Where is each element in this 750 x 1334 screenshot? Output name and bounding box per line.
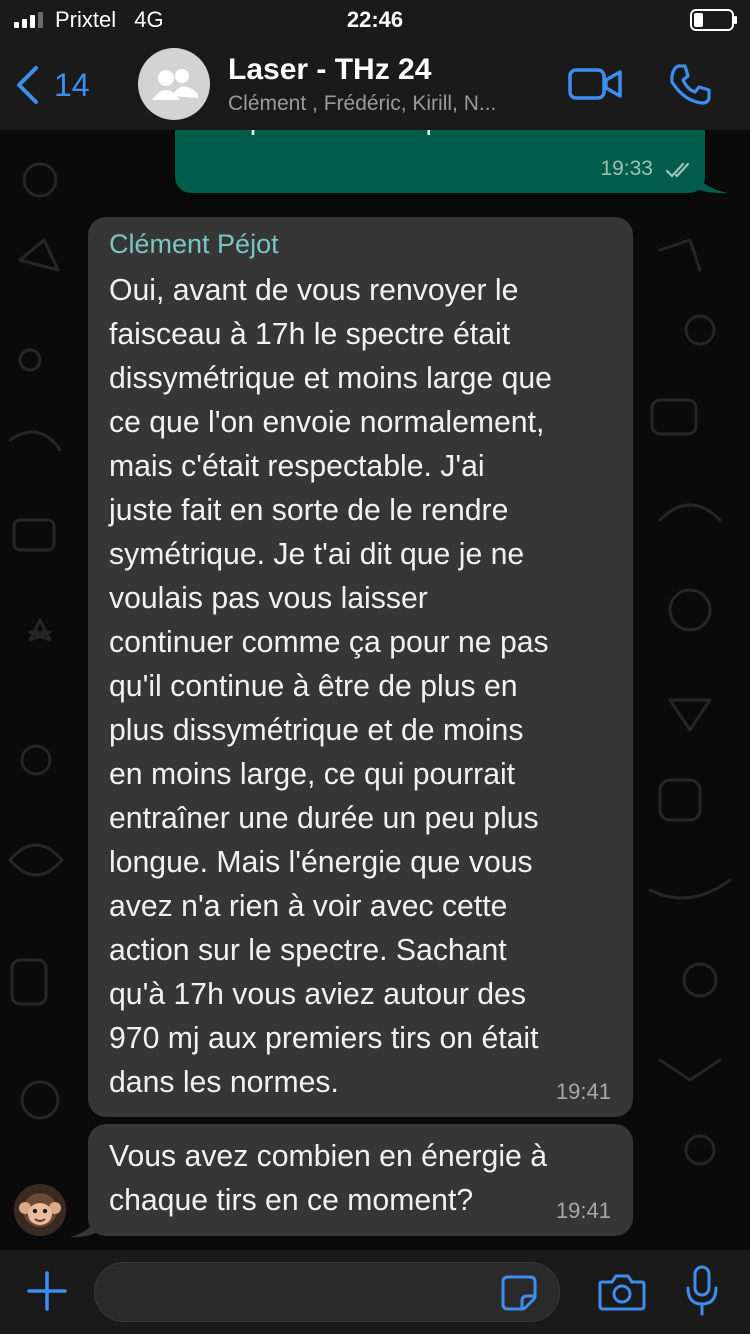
incoming-bubble-tail: [70, 1212, 100, 1238]
group-people-icon: [152, 69, 198, 100]
chevron-left-icon: [17, 66, 38, 104]
incoming-message[interactable]: Clément Péjot Oui, avant de vous renvoye…: [88, 217, 633, 1117]
chat-screen: Prixtel 4G 22:46 14 Laser - THz 24 Cléme…: [0, 0, 750, 1334]
microphone-icon[interactable]: [684, 1264, 720, 1318]
back-button[interactable]: 14: [14, 60, 114, 110]
status-bar: Prixtel 4G 22:46: [0, 0, 750, 40]
status-time: 22:46: [346, 7, 404, 32]
unread-count: 14: [54, 66, 90, 103]
battery-icon: [690, 9, 737, 31]
sender-name[interactable]: Clément Péjot: [109, 229, 279, 260]
outgoing-bubble-tail: [690, 168, 728, 194]
message-text: Vous avez combien en énergie à chaque ti…: [109, 1140, 548, 1217]
sender-avatar[interactable]: [14, 1184, 66, 1236]
incoming-message[interactable]: Vous avez combien en énergie à chaque ti…: [88, 1124, 633, 1236]
message-text: Oui, avant de vous renvoyer le faisceau …: [109, 274, 552, 1099]
camera-icon[interactable]: [598, 1272, 646, 1312]
sticker-icon[interactable]: [500, 1274, 538, 1312]
message-time: 19:41: [555, 1079, 611, 1104]
chat-title[interactable]: Laser - THz 24: [228, 53, 431, 87]
group-avatar[interactable]: [138, 48, 210, 120]
chat-participants[interactable]: Clément , Frédéric, Kirill, N...: [228, 92, 558, 116]
chat-header: 14 Laser - THz 24 Clément , Frédéric, Ki…: [0, 40, 750, 130]
plus-icon[interactable]: [26, 1270, 68, 1312]
message-input-bar: [0, 1250, 750, 1334]
message-input[interactable]: [94, 1262, 560, 1322]
phone-icon[interactable]: [668, 62, 712, 106]
video-camera-icon[interactable]: [568, 64, 622, 104]
message-time: 19:41: [555, 1198, 611, 1223]
message-time: 19:33: [600, 157, 653, 180]
monkey-avatar-icon: [14, 1184, 66, 1236]
